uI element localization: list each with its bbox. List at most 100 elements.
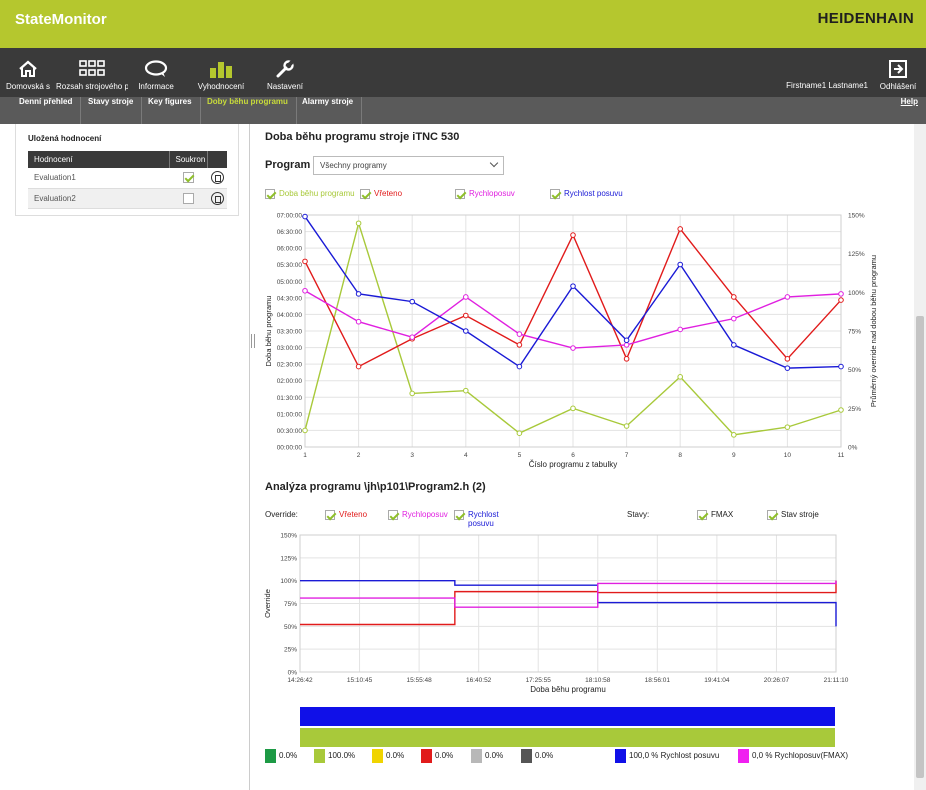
delete-icon[interactable] xyxy=(210,171,224,185)
x-axis-label: Doba běhu programu xyxy=(530,685,606,694)
y-tick-label: 02:30:00 xyxy=(277,362,303,369)
nav-settings[interactable]: Nastavení xyxy=(262,48,308,97)
override-feed-rate[interactable]: Rychlost posuvu xyxy=(454,510,512,528)
override-checkbox[interactable] xyxy=(454,510,464,520)
legend-spindle[interactable]: Vřeteno xyxy=(360,189,402,199)
y-tick-label: 02:00:00 xyxy=(277,378,303,385)
nav-information-label: Informace xyxy=(138,82,174,91)
program-label: Program xyxy=(265,159,311,171)
y-tick-label: 04:00:00 xyxy=(277,312,303,319)
y2-tick-label: 75% xyxy=(848,329,861,336)
override-spindle[interactable]: Vřeteno xyxy=(325,510,367,520)
private-checkbox[interactable] xyxy=(182,192,194,204)
data-point xyxy=(516,331,523,337)
data-point xyxy=(516,363,523,370)
x-axis-label: Číslo programu z tabulky xyxy=(529,460,617,469)
legend-feed-rate[interactable]: Rychlost posuvu xyxy=(550,189,623,199)
evaluation-name[interactable]: Evaluation2 xyxy=(28,188,169,209)
y-tick-label: 00:30:00 xyxy=(277,428,303,435)
override-item-label: Rychloposuv xyxy=(402,510,448,520)
saved-evaluations-title: Uložená hodnocení xyxy=(28,134,102,143)
data-point xyxy=(516,342,523,348)
legend-checkbox[interactable] xyxy=(550,189,560,199)
table-row[interactable]: Evaluation1 xyxy=(28,168,227,189)
state-item-label: Stav stroje xyxy=(781,510,819,520)
y-tick-label: 150% xyxy=(280,533,297,540)
tab-machine-states[interactable]: Stavy stroje xyxy=(80,97,143,124)
color-swatch xyxy=(521,749,532,763)
state-legend-label: 0.0% xyxy=(535,751,554,761)
y-axis-label: Override xyxy=(263,589,272,618)
override-checkbox[interactable] xyxy=(388,510,398,520)
data-point xyxy=(302,258,308,265)
program-select[interactable]: Všechny programy xyxy=(313,156,504,175)
y-tick-label: 50% xyxy=(284,624,297,631)
legend-checkbox[interactable] xyxy=(455,189,465,199)
x-tick-label: 18:56:01 xyxy=(645,677,671,684)
column-header-actions xyxy=(207,151,227,168)
state-checkbox[interactable] xyxy=(767,510,777,520)
private-checkbox[interactable] xyxy=(182,172,194,184)
color-swatch xyxy=(265,749,276,763)
legend-runtime[interactable]: Doba běhu programu xyxy=(265,189,355,199)
state-fmax[interactable]: FMAX xyxy=(697,510,733,520)
x-tick-label: 5 xyxy=(518,452,522,459)
data-point xyxy=(355,291,362,297)
y-tick-label: 05:00:00 xyxy=(277,279,303,286)
state-legend-label: 100.0% xyxy=(328,751,356,761)
panel-splitter-handle[interactable] xyxy=(251,334,255,348)
data-point xyxy=(784,294,791,300)
legend-rapid[interactable]: Rychloposuv xyxy=(455,189,515,199)
override-item-label: Vřeteno xyxy=(339,510,368,520)
y2-tick-label: 50% xyxy=(848,367,861,374)
data-point xyxy=(677,261,684,268)
nav-logout[interactable]: Odhlášení xyxy=(876,48,920,97)
color-swatch xyxy=(738,749,749,763)
y-tick-label: 05:30:00 xyxy=(277,262,303,269)
legend-checkbox[interactable] xyxy=(265,189,275,199)
help-link[interactable]: Help xyxy=(901,97,918,106)
y-axis-label: Doba běhu programu xyxy=(264,296,273,367)
state-legend-item: 0.0% xyxy=(372,749,404,763)
evaluation-name[interactable]: Evaluation1 xyxy=(28,168,169,189)
nav-home[interactable]: Domovská s xyxy=(4,48,52,97)
override-checkbox[interactable] xyxy=(325,510,335,520)
state-checkbox[interactable] xyxy=(697,510,707,520)
x-tick-label: 11 xyxy=(838,452,845,459)
y2-tick-label: 150% xyxy=(848,213,865,220)
legend-label: Doba běhu programu xyxy=(279,189,355,199)
color-swatch xyxy=(421,749,432,763)
x-tick-label: 6 xyxy=(571,452,575,459)
override-rapid[interactable]: Rychloposuv xyxy=(388,510,448,520)
data-point xyxy=(838,291,844,297)
data-point xyxy=(677,374,684,380)
column-header-rating[interactable]: Hodnocení xyxy=(28,151,170,168)
data-point xyxy=(623,423,630,429)
runtime-section-title: Doba běhu programu stroje iTNC 530 xyxy=(265,131,460,143)
tab-program-runtimes[interactable]: Doby běhu programu xyxy=(199,97,297,124)
delete-icon[interactable] xyxy=(210,191,224,205)
bar-chart-icon xyxy=(209,60,233,80)
nav-evaluation[interactable]: Vyhodnocení xyxy=(194,48,248,97)
tab-machine-alarms[interactable]: Alarmy stroje xyxy=(294,97,363,124)
user-name[interactable]: Firstname1 Lastname1 xyxy=(786,81,868,90)
state-legend-label: 0.0% xyxy=(386,751,405,761)
app-title: StateMonitor xyxy=(15,11,107,28)
data-point xyxy=(784,356,791,362)
tab-daily-overview[interactable]: Denní přehled xyxy=(11,97,82,124)
nav-evaluation-label: Vyhodnocení xyxy=(197,82,245,91)
color-swatch xyxy=(314,749,325,763)
nav-machine-range[interactable]: Rozsah strojového p xyxy=(56,48,128,97)
column-header-private[interactable]: Soukron xyxy=(169,151,208,168)
y-tick-label: 03:30:00 xyxy=(277,329,303,336)
legend-checkbox[interactable] xyxy=(360,189,370,199)
states-label: Stavy: xyxy=(627,510,650,519)
nav-home-label: Domovská s xyxy=(5,82,50,91)
tab-key-figures[interactable]: Key figures xyxy=(140,97,201,124)
state-legend-item: 100.0% xyxy=(314,749,355,763)
nav-information[interactable]: Informace xyxy=(134,48,178,97)
scrollbar-thumb[interactable] xyxy=(916,316,924,778)
legend-label: Vřeteno xyxy=(374,189,403,199)
state-machine-state[interactable]: Stav stroje xyxy=(767,510,819,520)
table-row[interactable]: Evaluation2 xyxy=(28,188,227,209)
